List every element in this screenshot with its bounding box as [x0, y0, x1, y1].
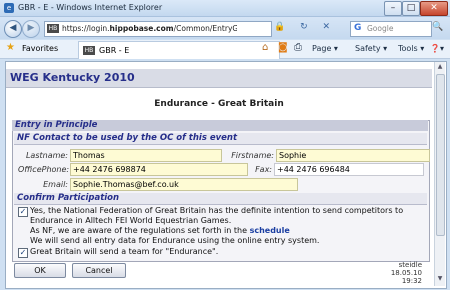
- email-label: Email:: [43, 180, 68, 189]
- signature-date: 18.05.10 19:32: [390, 269, 422, 285]
- vertical-scrollbar[interactable]: ▲ ▼: [434, 62, 445, 286]
- favorites-button[interactable]: Favorites: [22, 44, 58, 53]
- window-title: GBR - E - Windows Internet Explorer: [18, 3, 163, 12]
- safety-menu[interactable]: Safety ▾: [355, 44, 387, 53]
- tools-menu[interactable]: Tools ▾: [398, 44, 424, 53]
- page-menu[interactable]: Page ▾: [312, 44, 338, 53]
- google-logo-icon: G: [354, 23, 362, 33]
- close-button[interactable]: ✕: [420, 1, 448, 16]
- site-favicon-icon: HB: [47, 24, 59, 33]
- fax-field[interactable]: +44 2476 696484: [274, 163, 424, 176]
- lastname-label: Lastname:: [25, 151, 68, 160]
- confirm-participation-heading: Confirm Participation: [14, 193, 427, 205]
- officephone-field[interactable]: +44 2476 698874: [70, 163, 248, 176]
- team-text: Great Britain will send a team for "Endu…: [30, 247, 219, 256]
- back-button[interactable]: ◀: [4, 20, 22, 38]
- tab-label: GBR - E: [99, 46, 130, 55]
- search-input[interactable]: G Google: [350, 21, 432, 37]
- confirm-text-line-1: Yes, the National Federation of Great Br…: [30, 206, 404, 215]
- schedule-link[interactable]: schedule: [250, 226, 290, 235]
- officephone-label: OfficePhone:: [18, 165, 70, 174]
- address-toolbar: ◀ ▶ HB https://login.hippobase.com/Commo…: [0, 17, 450, 39]
- print-icon[interactable]: ⎙: [294, 42, 302, 53]
- confirm-text-line-2: Endurance in Alltech FEI World Equestria…: [30, 216, 232, 225]
- tab-favicon-icon: HB: [83, 46, 95, 55]
- firstname-field[interactable]: Sophie: [276, 149, 430, 162]
- page-title: WEG Kentucky 2010: [10, 71, 135, 84]
- email-field[interactable]: Sophie.Thomas@bef.co.uk: [70, 178, 298, 191]
- search-placeholder: Google: [367, 24, 394, 33]
- scroll-thumb[interactable]: [436, 74, 445, 236]
- nf-contact-heading: NF Contact to be used by the OC of this …: [14, 133, 427, 145]
- confirm-text-line-3: As NF, we are aware of the regulations s…: [30, 226, 290, 235]
- confirm-text-line-4: We will send all entry data for Enduranc…: [30, 236, 320, 245]
- help-menu-icon[interactable]: ❓▾: [430, 44, 444, 53]
- scroll-up-icon[interactable]: ▲: [436, 63, 444, 72]
- page-header: WEG Kentucky 2010: [6, 69, 432, 88]
- home-icon[interactable]: ⌂: [262, 42, 268, 53]
- entry-section-heading: Entry in Principle: [12, 120, 428, 131]
- url-text: https://login.hippobase.com/Common/Entry…: [62, 24, 237, 33]
- firstname-label: Firstname:: [231, 151, 274, 160]
- forward-button[interactable]: ▶: [22, 20, 40, 38]
- window-titlebar: e GBR - E - Windows Internet Explorer – …: [0, 0, 450, 17]
- confirm-intent-checkbox[interactable]: ✓: [18, 207, 28, 217]
- feeds-icon[interactable]: ◙: [278, 42, 288, 53]
- cancel-button[interactable]: Cancel: [72, 263, 126, 278]
- minimize-button[interactable]: –: [384, 1, 402, 16]
- discipline-title: Endurance - Great Britain: [154, 99, 284, 109]
- signature-user: steidle: [398, 261, 422, 269]
- maximize-button[interactable]: □: [402, 1, 420, 16]
- team-checkbox[interactable]: ✓: [18, 248, 28, 258]
- ie-app-icon: e: [4, 3, 14, 13]
- fax-label: Fax:: [255, 165, 272, 174]
- address-action-icons[interactable]: 🔒 ↻ ✕: [274, 22, 336, 32]
- address-input[interactable]: HB https://login.hippobase.com/Common/En…: [44, 21, 272, 37]
- search-icon[interactable]: 🔍: [432, 22, 443, 32]
- ok-button[interactable]: OK: [14, 263, 66, 278]
- scroll-down-icon[interactable]: ▼: [436, 275, 444, 284]
- tab-current[interactable]: HB GBR - E: [78, 41, 280, 59]
- signature-block: steidle 18.05.10 19:32: [380, 261, 422, 285]
- lastname-field[interactable]: Thomas: [70, 149, 222, 162]
- favorites-bar: ★ Favorites HB GBR - E ⌂ ◙ ⎙ Page ▾ Safe…: [0, 40, 450, 59]
- favorites-star-icon[interactable]: ★: [6, 42, 15, 53]
